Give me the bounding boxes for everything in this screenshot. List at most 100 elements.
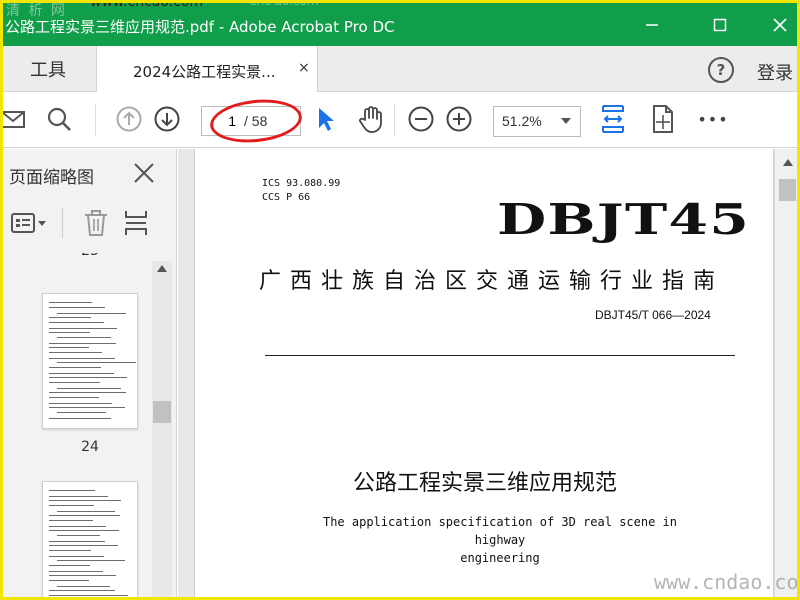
thumbnails-panel: 页面缩略图 23 24 [0, 149, 177, 600]
doc-classification: ICS 93.080.99 CCS P 66 [262, 177, 340, 205]
prev-page-button[interactable] [114, 104, 144, 134]
thumbnail-text-line [49, 407, 125, 408]
thumbnail-text-line [57, 535, 100, 536]
scrollbar-thumb[interactable] [153, 401, 171, 423]
thumbnail-text-line [49, 526, 106, 527]
close-icon [134, 163, 154, 183]
doc-title-en-line1: The application specification of 3D real… [322, 515, 677, 547]
thumbnail-text-line [49, 367, 101, 368]
maximize-icon [713, 18, 727, 32]
plus-circle-icon [446, 106, 472, 132]
thumbnail-text-line [49, 347, 89, 348]
chevron-down-icon [561, 118, 571, 124]
zoom-in-button[interactable] [444, 104, 474, 134]
thumbnail-text-line [49, 352, 102, 353]
scrollbar-thumb[interactable] [779, 179, 796, 201]
document-scrollbar[interactable] [774, 149, 800, 600]
panel-scrollbar[interactable] [152, 261, 172, 600]
watermark-url-bottom: www.cndao.com [654, 570, 800, 594]
minimize-button[interactable] [632, 10, 672, 40]
doc-title-en-line2: engineering [460, 551, 540, 565]
thumbnail-text-line [49, 565, 90, 566]
thumbnail-text-line [49, 307, 105, 308]
tab-document[interactable]: 2024公路工程实景... × [96, 46, 318, 93]
scroll-up-arrow-icon[interactable] [783, 159, 793, 166]
zoom-level-value: 51.2% [502, 113, 542, 129]
thumbnail-text-line [49, 358, 115, 359]
thumbnail-list: 23 24 [0, 253, 152, 600]
zoom-out-button[interactable] [406, 104, 436, 134]
search-icon [47, 107, 71, 131]
tab-tools[interactable]: 工具 [0, 46, 96, 92]
insert-page-button[interactable] [122, 208, 150, 242]
toolbar-separator [95, 104, 96, 136]
select-tool-button[interactable] [310, 104, 340, 134]
hand-icon [359, 106, 382, 133]
title-bar: 清 析 网 www.cncao.com cnc ao.com 公路工程实景三维应… [0, 0, 800, 46]
panel-title: 页面缩略图 [9, 168, 94, 188]
thumbnail-text-line [49, 302, 92, 303]
list-options-icon [11, 213, 46, 233]
rotate-page-button[interactable] [648, 104, 678, 134]
thumbnail-text-line [49, 590, 115, 591]
page-number-box: / 58 [201, 106, 301, 136]
thumbnail-text-line [49, 556, 104, 557]
hand-tool-button[interactable] [356, 104, 386, 134]
watermark-ghost-top: cnc ao.com [250, 0, 319, 8]
trash-icon [85, 210, 107, 236]
thumbnail-text-line [49, 332, 90, 333]
thumbnail-text-line [49, 530, 119, 531]
doc-ics: ICS 93.080.99 [262, 178, 341, 189]
pdf-page[interactable]: ICS 93.080.99 CCS P 66 DBJT45 广西壮族自治区交通运… [194, 149, 774, 600]
search-button[interactable] [44, 104, 74, 134]
panel-close-button[interactable] [130, 159, 158, 187]
thumbnail-page-24[interactable] [42, 293, 138, 429]
maximize-button[interactable] [700, 10, 740, 40]
thumbnail-text-line [57, 337, 111, 338]
arrow-up-circle-icon [116, 106, 142, 132]
thumbnail-text-line [49, 343, 116, 344]
page-insert-icon [125, 211, 147, 235]
thumbnail-text-line [49, 392, 126, 393]
thumbnail-text-line [49, 490, 95, 491]
more-tools-button[interactable]: ••• [697, 104, 728, 134]
tab-document-label: 2024公路工程实景... [133, 63, 276, 81]
fit-width-icon [602, 105, 624, 133]
thumbnail-text-line [49, 418, 111, 419]
thumbnail-page-25[interactable] [42, 481, 138, 600]
document-viewer: ICS 93.080.99 CCS P 66 DBJT45 广西壮族自治区交通运… [178, 149, 800, 600]
thumbnail-text-line [49, 550, 91, 551]
thumbnail-options-button[interactable] [10, 210, 50, 242]
zoom-level-select[interactable]: 51.2% [493, 106, 581, 137]
doc-standard-number: DBJT45/T 066—2024 [595, 308, 711, 322]
delete-page-button[interactable] [82, 208, 110, 242]
thumbnail-text-line [49, 373, 114, 374]
doc-title-cn: 公路工程实景三维应用规范 [352, 471, 617, 496]
thumbnail-text-line [49, 377, 127, 378]
next-page-button[interactable] [152, 104, 182, 134]
login-button[interactable]: 登录 [757, 59, 793, 85]
fit-page-button[interactable] [598, 104, 628, 134]
toolbar-separator [394, 104, 395, 136]
email-button[interactable] [0, 104, 28, 134]
page-move-icon [653, 105, 673, 133]
help-button[interactable]: ? [708, 57, 734, 83]
thumbnail-text-line [57, 412, 106, 413]
doc-ccs: CCS P 66 [262, 192, 311, 203]
thumbnail-text-line [49, 500, 121, 501]
thumbnail-text-line [49, 520, 93, 521]
thumbnail-text-line [57, 388, 121, 389]
thumbnail-text-line [57, 560, 125, 561]
thumbnail-text-line [49, 580, 89, 581]
page-number-input[interactable] [206, 110, 236, 132]
doc-title-en: The application specification of 3D real… [295, 513, 705, 567]
thumbnail-page-number: 24 [81, 439, 99, 455]
scroll-up-arrow-icon[interactable] [157, 265, 167, 272]
doc-series-code: DBJT45 [497, 195, 751, 244]
thumbnail-text-line [49, 505, 94, 506]
email-icon [1, 111, 25, 128]
thumbnail-text-line [49, 397, 99, 398]
close-window-button[interactable] [760, 10, 800, 40]
tab-close-button[interactable]: × [298, 60, 310, 76]
thumbnail-text-line [49, 317, 91, 318]
